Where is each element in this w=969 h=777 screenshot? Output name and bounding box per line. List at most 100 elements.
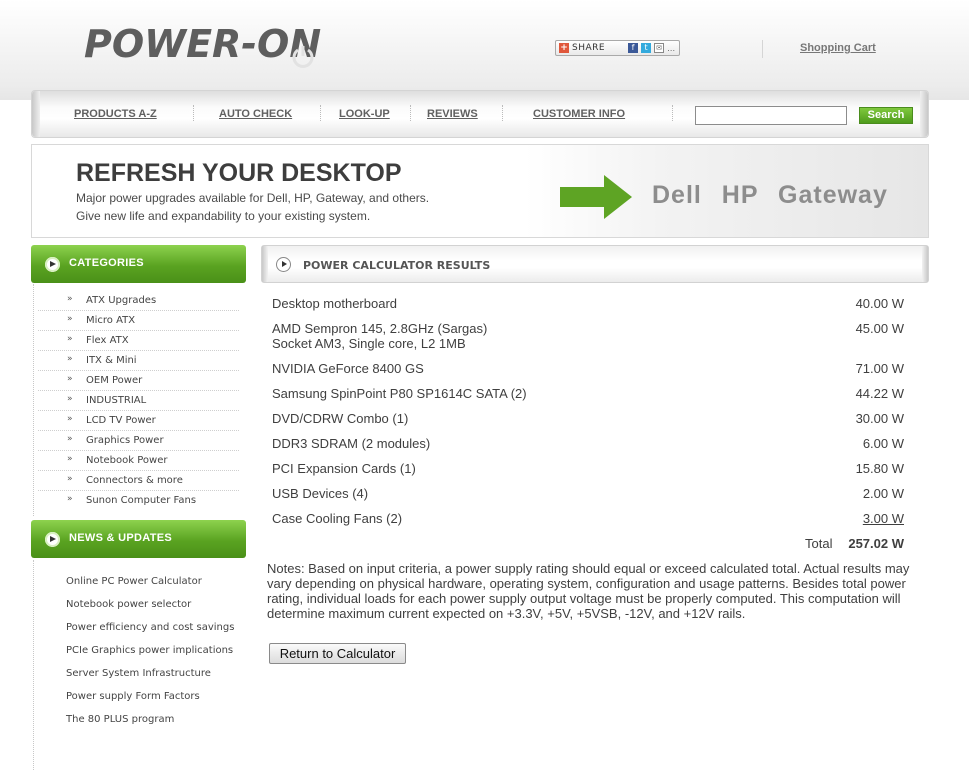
- nav-divider: [502, 105, 503, 121]
- category-label[interactable]: INDUSTRIAL: [86, 395, 146, 406]
- category-label[interactable]: Notebook Power: [86, 455, 167, 466]
- banner-title: REFRESH YOUR DESKTOP: [76, 159, 402, 187]
- search-input[interactable]: [695, 106, 847, 125]
- category-label[interactable]: ITX & Mini: [86, 355, 137, 366]
- categories-list: » ATX Upgrades » Micro ATX » Flex ATX » ITX …: [38, 291, 239, 511]
- nav-right-cap: [920, 91, 928, 137]
- shopping-cart-link[interactable]: Shopping Cart: [800, 42, 876, 54]
- news-link[interactable]: Power efficiency and cost savings: [66, 621, 236, 634]
- play-bullet-icon: [45, 257, 60, 272]
- result-row: AMD Sempron 145, 2.8GHz (Sargas) Socket …: [272, 321, 904, 351]
- result-row: Desktop motherboard 40.00 W: [272, 296, 904, 311]
- play-bullet-icon: [276, 257, 291, 272]
- double-chevron-icon: »: [67, 434, 73, 444]
- component-name: DVD/CDRW Combo (1): [272, 411, 409, 426]
- news-link[interactable]: The 80 PLUS program: [66, 713, 236, 726]
- page-title: POWER CALCULATOR RESULTS: [303, 259, 491, 272]
- sidebar-divider: [33, 560, 34, 770]
- total-value: 257.02 W: [848, 536, 904, 551]
- promo-banner[interactable]: REFRESH YOUR DESKTOP Major power upgrade…: [31, 144, 929, 238]
- twitter-icon[interactable]: t: [641, 43, 652, 53]
- results-header: POWER CALCULATOR RESULTS: [261, 245, 929, 283]
- component-watts: 2.00 W: [862, 486, 904, 501]
- double-chevron-icon: »: [67, 294, 73, 304]
- category-label[interactable]: ATX Upgrades: [86, 295, 156, 306]
- news-link[interactable]: Online PC Power Calculator: [66, 575, 236, 588]
- banner-line-1: Major power upgrades available for Dell,…: [76, 191, 430, 205]
- result-row: DDR3 SDRAM (2 modules) 6.00 W: [272, 436, 904, 451]
- main-nav: PRODUCTS A-Z AUTO CHECK LOOK-UP REVIEWS …: [31, 90, 929, 138]
- category-label[interactable]: Graphics Power: [86, 435, 164, 446]
- category-item[interactable]: » LCD TV Power: [38, 411, 239, 431]
- news-link[interactable]: Notebook power selector: [66, 598, 236, 611]
- nav-auto-check[interactable]: AUTO CHECK: [219, 108, 292, 120]
- double-chevron-icon: »: [67, 414, 73, 424]
- category-item[interactable]: » Flex ATX: [38, 331, 239, 351]
- results-notes: Notes: Based on input criteria, a power …: [267, 561, 910, 621]
- result-row: USB Devices (4) 2.00 W: [272, 486, 904, 501]
- double-chevron-icon: »: [67, 454, 73, 464]
- categories-header: CATEGORIES: [31, 245, 246, 283]
- header-divider: [762, 40, 763, 58]
- double-chevron-icon: »: [67, 474, 73, 484]
- search-button[interactable]: Search: [859, 107, 913, 124]
- component-watts: 15.80 W: [855, 461, 904, 476]
- result-row: NVIDIA GeForce 8400 GS 71.00 W: [272, 361, 904, 376]
- site-logo[interactable]: POWER-ON: [84, 22, 321, 66]
- nav-divider: [672, 105, 673, 121]
- news-list: Online PC Power Calculator Notebook powe…: [66, 575, 236, 736]
- double-chevron-icon: »: [67, 314, 73, 324]
- news-link[interactable]: Power supply Form Factors: [66, 690, 236, 703]
- category-item[interactable]: » Graphics Power: [38, 431, 239, 451]
- result-row: DVD/CDRW Combo (1) 30.00 W: [272, 411, 904, 426]
- more-icon[interactable]: …: [667, 44, 675, 53]
- nav-reviews[interactable]: REVIEWS: [427, 108, 478, 120]
- component-name: USB Devices (4): [272, 486, 369, 501]
- component-name: AMD Sempron 145, 2.8GHz (Sargas): [272, 321, 488, 336]
- nav-products-a-z[interactable]: PRODUCTS A-Z: [74, 108, 157, 120]
- email-icon[interactable]: ✉: [654, 43, 665, 53]
- nav-customer-info[interactable]: CUSTOMER INFO: [533, 108, 625, 120]
- category-label[interactable]: Sunon Computer Fans: [86, 495, 196, 506]
- category-label[interactable]: LCD TV Power: [86, 415, 156, 426]
- category-item[interactable]: » OEM Power: [38, 371, 239, 391]
- nav-left-cap: [32, 91, 40, 137]
- result-row: PCI Expansion Cards (1) 15.80 W: [272, 461, 904, 476]
- component-watts: 30.00 W: [855, 411, 904, 426]
- category-label[interactable]: Flex ATX: [86, 335, 129, 346]
- categories-title: CATEGORIES: [69, 257, 144, 269]
- share-plus-icon: +: [559, 43, 569, 53]
- return-to-calculator-button[interactable]: Return to Calculator: [269, 643, 406, 664]
- header-left-cap: [262, 246, 268, 282]
- component-detail: Socket AM3, Single core, L2 1MB: [272, 336, 466, 351]
- facebook-icon[interactable]: f: [628, 43, 639, 53]
- component-name: NVIDIA GeForce 8400 GS: [272, 361, 424, 376]
- news-title: NEWS & UPDATES: [69, 532, 173, 544]
- component-watts: 40.00 W: [855, 296, 904, 311]
- double-chevron-icon: »: [67, 334, 73, 344]
- category-label[interactable]: Micro ATX: [86, 315, 135, 326]
- category-label[interactable]: OEM Power: [86, 375, 142, 386]
- nav-look-up[interactable]: LOOK-UP: [339, 108, 390, 120]
- header-right-cap: [922, 246, 928, 282]
- news-link[interactable]: Server System Infrastructure: [66, 667, 236, 680]
- category-item[interactable]: » Micro ATX: [38, 311, 239, 331]
- category-item[interactable]: » Connectors & more: [38, 471, 239, 491]
- category-item[interactable]: » Notebook Power: [38, 451, 239, 471]
- category-item[interactable]: » Sunon Computer Fans: [38, 491, 239, 511]
- share-button[interactable]: + SHARE f t ✉ …: [555, 40, 680, 56]
- category-label[interactable]: Connectors & more: [86, 475, 183, 486]
- component-name: Samsung SpinPoint P80 SP1614C SATA (2): [272, 386, 527, 401]
- result-row: Samsung SpinPoint P80 SP1614C SATA (2) 4…: [272, 386, 904, 401]
- news-link[interactable]: PCIe Graphics power implications: [66, 644, 236, 657]
- component-watts: 6.00 W: [862, 436, 904, 451]
- total-label: Total: [805, 536, 833, 551]
- category-item[interactable]: » ATX Upgrades: [38, 291, 239, 311]
- category-item[interactable]: » INDUSTRIAL: [38, 391, 239, 411]
- component-watts: 3.00 W: [862, 511, 904, 526]
- component-watts: 44.22 W: [855, 386, 904, 401]
- category-item[interactable]: » ITX & Mini: [38, 351, 239, 371]
- banner-line-2: Give new life and expandability to your …: [76, 209, 371, 223]
- arrow-right-icon: [560, 175, 632, 219]
- nav-divider: [193, 105, 194, 121]
